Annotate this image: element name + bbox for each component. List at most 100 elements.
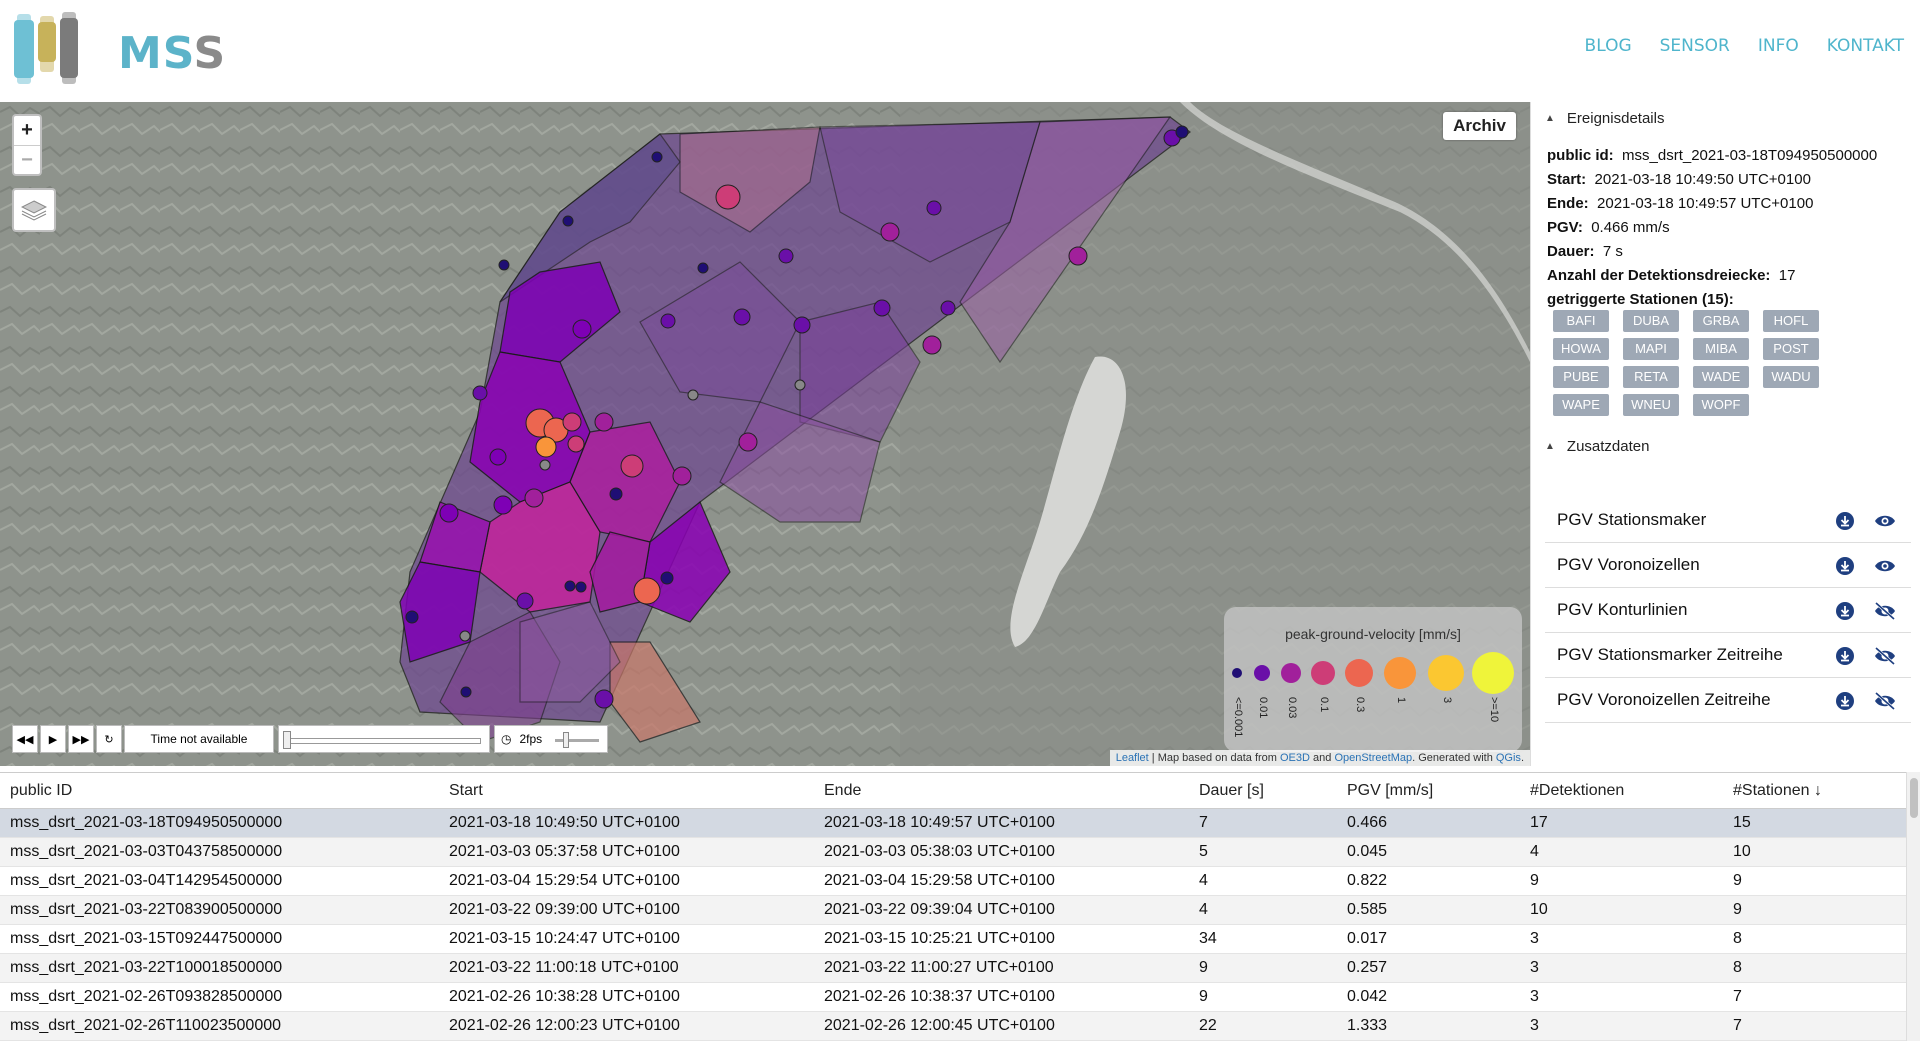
nav-info[interactable]: INFO xyxy=(1758,36,1799,56)
scrollbar-thumb[interactable] xyxy=(1910,778,1918,818)
download-icon[interactable] xyxy=(1835,511,1855,531)
events-table: public ID Start Ende Dauer [s] PGV [mm/s… xyxy=(0,772,1906,1041)
extra-header[interactable]: ▲ Zusatzdaten xyxy=(1545,438,1649,455)
play-button[interactable]: ▶ xyxy=(40,725,66,753)
oe3d-link[interactable]: OE3D xyxy=(1280,752,1310,764)
col-pgv[interactable]: PGV [mm/s] xyxy=(1347,782,1530,800)
station-tag[interactable]: GRBA xyxy=(1693,310,1749,332)
col-start[interactable]: Start xyxy=(449,782,824,800)
zoom-out-button[interactable]: − xyxy=(14,145,40,174)
header: MSS BLOG SENSOR INFO KONTAKT xyxy=(0,0,1920,100)
side-panel: ▲ Ereignisdetails public id: mss_dsrt_20… xyxy=(1530,102,1920,766)
station-tag[interactable]: POST xyxy=(1763,338,1819,360)
legend-circle-0 xyxy=(1232,668,1242,678)
sort-desc-icon: ↓ xyxy=(1813,781,1822,799)
fps-label: 2fps xyxy=(519,732,543,746)
station-tag[interactable]: PUBE xyxy=(1553,366,1609,388)
qgis-link[interactable]: QGis xyxy=(1496,752,1521,764)
download-icon[interactable] xyxy=(1835,556,1855,576)
layers-icon xyxy=(21,200,47,221)
table-scrollbar[interactable] xyxy=(1906,772,1920,1041)
eye-slash-icon[interactable] xyxy=(1873,601,1897,621)
eye-icon[interactable] xyxy=(1873,556,1897,576)
legend-label-3: 0.1 xyxy=(1318,697,1330,713)
logo-text: MSS xyxy=(118,28,227,79)
detail-end: Ende: 2021-03-18 10:49:57 UTC+0100 xyxy=(1547,195,1814,212)
station-tag[interactable]: WOPF xyxy=(1693,394,1749,416)
leaflet-link[interactable]: Leaflet xyxy=(1116,752,1149,764)
details-header[interactable]: ▲ Ereignisdetails xyxy=(1545,110,1664,127)
download-icon[interactable] xyxy=(1835,691,1855,711)
detail-stations-label: getriggerte Stationen (15): xyxy=(1547,291,1734,308)
fps-slider-handle[interactable] xyxy=(563,732,569,748)
table-row[interactable]: mss_dsrt_2021-03-18T094950500000 2021-03-… xyxy=(0,809,1906,838)
station-tag[interactable]: MAPI xyxy=(1623,338,1679,360)
layers-button[interactable] xyxy=(12,188,56,232)
legend-label-2: 0.03 xyxy=(1286,697,1298,719)
osm-link[interactable]: OpenStreetMap xyxy=(1334,752,1412,764)
pgv-legend: peak-ground-velocity [mm/s] <=0.001 0.01… xyxy=(1224,607,1522,752)
nav-kontakt[interactable]: KONTAKT xyxy=(1827,36,1904,56)
layer-list: PGV Stationsmaker PGV Voronoizellen PGV … xyxy=(1545,498,1911,723)
legend-circle-6 xyxy=(1428,655,1464,691)
archiv-label[interactable]: Archiv xyxy=(1443,112,1516,140)
station-tag[interactable]: BAFI xyxy=(1553,310,1609,332)
legend-circle-1 xyxy=(1254,665,1270,681)
rewind-button[interactable]: ◀◀ xyxy=(12,725,38,753)
logo-bars-icon xyxy=(14,12,78,84)
col-stations[interactable]: #Stationen ↓ xyxy=(1733,782,1903,800)
legend-label-6: 3 xyxy=(1441,697,1453,704)
table-row[interactable]: mss_dsrt_2021-03-22T083900500000 2021-03-… xyxy=(0,896,1906,925)
map-attribution: Leaflet | Map based on data from OE3D an… xyxy=(1109,750,1530,766)
station-tag[interactable]: RETA xyxy=(1623,366,1679,388)
table-body: mss_dsrt_2021-03-18T094950500000 2021-03-… xyxy=(0,809,1906,1041)
time-slider-handle[interactable] xyxy=(283,731,291,749)
col-detections[interactable]: #Detektionen xyxy=(1530,782,1733,800)
nav-sensor[interactable]: SENSOR xyxy=(1660,36,1730,56)
eye-slash-icon[interactable] xyxy=(1873,691,1897,711)
station-tag[interactable]: HOWA xyxy=(1553,338,1609,360)
col-end[interactable]: Ende xyxy=(824,782,1199,800)
legend-label-7: >=10 xyxy=(1488,697,1500,723)
clock-icon: ◷ xyxy=(501,732,512,746)
forward-icon: ▶▶ xyxy=(72,733,90,746)
station-tag[interactable]: WAPE xyxy=(1553,394,1609,416)
reload-icon: ↻ xyxy=(104,733,114,746)
eye-slash-icon[interactable] xyxy=(1873,646,1897,666)
main-nav: BLOG SENSOR INFO KONTAKT xyxy=(1557,36,1904,56)
col-public-id[interactable]: public ID xyxy=(0,782,449,800)
station-tag[interactable]: WNEU xyxy=(1623,394,1679,416)
table-row[interactable]: mss_dsrt_2021-02-26T093828500000 2021-02-… xyxy=(0,983,1906,1012)
table-row[interactable]: mss_dsrt_2021-02-26T110023500000 2021-02-… xyxy=(0,1012,1906,1041)
layer-row: PGV Stationsmarker Zeitreihe xyxy=(1545,633,1911,678)
table-row[interactable]: mss_dsrt_2021-03-03T043758500000 2021-03-… xyxy=(0,838,1906,867)
download-icon[interactable] xyxy=(1835,601,1855,621)
legend-label-5: 1 xyxy=(1395,697,1407,704)
download-icon[interactable] xyxy=(1835,646,1855,666)
legend-title: peak-ground-velocity [mm/s] xyxy=(1285,626,1461,642)
zoom-in-button[interactable]: + xyxy=(14,116,40,145)
detail-start: Start: 2021-03-18 10:49:50 UTC+0100 xyxy=(1547,171,1811,188)
station-tag[interactable]: HOFL xyxy=(1763,310,1819,332)
station-tags: BAFI DUBA GRBA HOFL HOWA MAPI MIBA POST … xyxy=(1553,310,1843,422)
station-tag[interactable]: WADE xyxy=(1693,366,1749,388)
detail-triangles: Anzahl der Detektionsdreiecke: 17 xyxy=(1547,267,1796,284)
table-row[interactable]: mss_dsrt_2021-03-04T142954500000 2021-03-… xyxy=(0,867,1906,896)
detail-duration: Dauer: 7 s xyxy=(1547,243,1623,260)
station-tag[interactable]: WADU xyxy=(1763,366,1819,388)
mss-logo[interactable]: MSS xyxy=(14,8,225,88)
eye-icon[interactable] xyxy=(1873,511,1897,531)
col-duration[interactable]: Dauer [s] xyxy=(1199,782,1347,800)
station-tag[interactable]: DUBA xyxy=(1623,310,1679,332)
nav-blog[interactable]: BLOG xyxy=(1585,36,1632,56)
station-tag[interactable]: MIBA xyxy=(1693,338,1749,360)
forward-button[interactable]: ▶▶ xyxy=(68,725,94,753)
time-slider[interactable] xyxy=(278,725,490,753)
table-row[interactable]: mss_dsrt_2021-03-15T092447500000 2021-03-… xyxy=(0,925,1906,954)
table-row[interactable]: mss_dsrt_2021-03-22T100018500000 2021-03-… xyxy=(0,954,1906,983)
time-control: ◀◀ ▶ ▶▶ ↻ Time not available ◷ 2fps xyxy=(12,724,608,754)
layer-row: PGV Konturlinien xyxy=(1545,588,1911,633)
loop-button[interactable]: ↻ xyxy=(96,725,122,753)
map[interactable]: + − Archiv peak-ground-velocity [mm/s] <… xyxy=(0,102,1530,766)
fps-control[interactable]: ◷ 2fps xyxy=(494,725,608,753)
